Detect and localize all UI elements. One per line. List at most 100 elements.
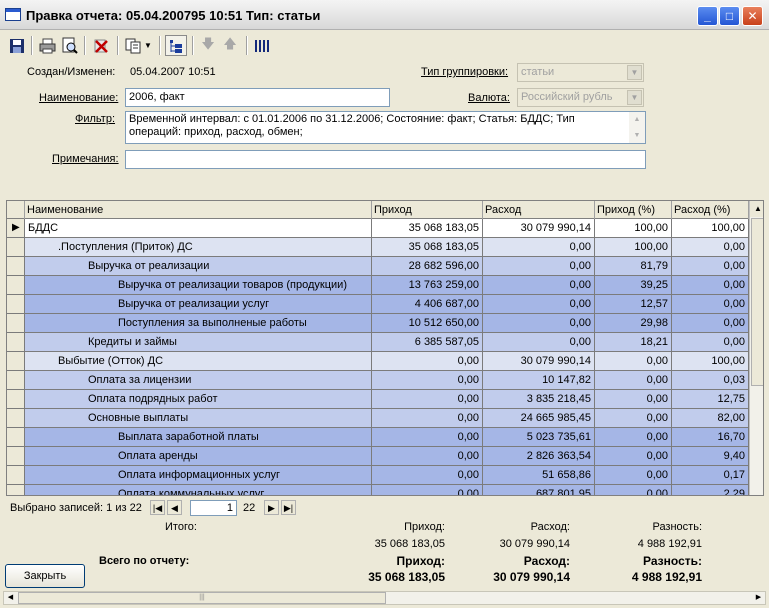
last-page-icon[interactable]: ▶| [281,500,296,515]
close-button[interactable]: Закрыть [5,564,85,588]
cell-expense-pct[interactable]: 0,00 [672,238,749,257]
cell-expense-pct[interactable]: 0,00 [672,314,749,333]
row-indicator[interactable] [7,352,25,371]
cell-expense-pct[interactable]: 0,00 [672,295,749,314]
cell-expense-pct[interactable]: 2,29 [672,485,749,495]
table-row[interactable]: ▶ БДДС 35 068 183,05 30 079 990,14 100,00 100… [7,219,749,238]
cell-expense[interactable]: 3 835 218,45 [483,390,595,409]
cell-income[interactable]: 13 763 259,00 [372,276,483,295]
cell-name[interactable]: Выплата заработной платы [25,428,372,447]
cell-income[interactable]: 28 682 596,00 [372,257,483,276]
print-preview-icon[interactable] [58,35,80,56]
prev-page-icon[interactable]: ◀ [167,500,182,515]
cell-expense-pct[interactable]: 82,00 [672,409,749,428]
columns-icon[interactable] [252,35,274,56]
column-header[interactable]: Приход (%) [595,201,672,219]
cell-income-pct[interactable]: 39,25 [595,276,672,295]
name-field[interactable]: 2006, факт [125,88,390,107]
cell-income[interactable]: 10 512 650,00 [372,314,483,333]
table-row[interactable]: Поступления за выполненые работы 10 512 6… [7,314,749,333]
cell-name[interactable]: Оплата аренды [25,447,372,466]
cell-income[interactable]: 0,00 [372,428,483,447]
cell-income-pct[interactable]: 18,21 [595,333,672,352]
cell-income-pct[interactable]: 0,00 [595,466,672,485]
delete-icon[interactable] [90,35,112,56]
cell-expense[interactable]: 0,00 [483,238,595,257]
cell-expense-pct[interactable]: 12,75 [672,390,749,409]
cell-income-pct[interactable]: 100,00 [595,219,672,238]
cell-expense[interactable]: 30 079 990,14 [483,352,595,371]
cell-income-pct[interactable]: 0,00 [595,409,672,428]
table-row[interactable]: Выручка от реализации товаров (продукции… [7,276,749,295]
cell-expense[interactable]: 51 658,86 [483,466,595,485]
move-down-icon[interactable]: 🡇 [197,35,219,56]
row-indicator[interactable] [7,466,25,485]
row-indicator[interactable] [7,238,25,257]
filter-field[interactable]: Временной интервал: с 01.01.2006 по 31.1… [125,111,646,144]
table-row[interactable]: Оплата подрядных работ 0,00 3 835 218,45 0,… [7,390,749,409]
first-page-icon[interactable]: |◀ [150,500,165,515]
cell-name[interactable]: Выбытие (Отток) ДС [25,352,372,371]
cell-name[interactable]: .Поступления (Приток) ДС [25,238,372,257]
copy-icon[interactable] [122,35,144,56]
scroll-left-arrow-icon[interactable]: ◀ [4,592,17,604]
cell-income[interactable]: 6 385 587,05 [372,333,483,352]
table-row[interactable]: Основные выплаты 0,00 24 665 985,45 0,00 82,… [7,409,749,428]
maximize-button[interactable]: □ [719,6,740,26]
table-row[interactable]: Выплата заработной платы 0,00 5 023 735,61… [7,428,749,447]
cell-income-pct[interactable]: 0,00 [595,485,672,495]
dropdown-arrow-icon[interactable]: ▼ [142,35,154,56]
notes-field[interactable] [125,150,646,169]
column-header[interactable]: Расход (%) [672,201,749,219]
next-page-icon[interactable]: ▶ [264,500,279,515]
table-row[interactable]: Выручка от реализации 28 682 596,00 0,00 81… [7,257,749,276]
horizontal-scrollbar[interactable]: ◀ ||| ▶ [3,591,766,605]
cell-income[interactable]: 0,00 [372,447,483,466]
cell-income[interactable]: 0,00 [372,352,483,371]
cell-income[interactable]: 35 068 183,05 [372,238,483,257]
cell-income[interactable]: 35 068 183,05 [372,219,483,238]
table-vertical-scrollbar[interactable]: ▲ [749,201,763,495]
cell-income[interactable]: 0,00 [372,485,483,495]
cell-income-pct[interactable]: 0,00 [595,390,672,409]
scroll-right-arrow-icon[interactable]: ▶ [752,592,765,604]
page-number-input[interactable]: 1 [190,500,237,516]
row-indicator[interactable] [7,295,25,314]
move-up-icon[interactable]: 🡅 [219,35,241,56]
cell-expense[interactable]: 5 023 735,61 [483,428,595,447]
table-row[interactable]: .Поступления (Приток) ДС 35 068 183,05 0,0… [7,238,749,257]
cell-expense-pct[interactable]: 100,00 [672,219,749,238]
cell-expense[interactable]: 30 079 990,14 [483,219,595,238]
cell-expense-pct[interactable]: 100,00 [672,352,749,371]
cell-expense-pct[interactable]: 0,00 [672,257,749,276]
cell-name[interactable]: Выручка от реализации услуг [25,295,372,314]
cell-expense[interactable]: 0,00 [483,295,595,314]
cell-income[interactable]: 0,00 [372,371,483,390]
currency-select[interactable]: Российский рубль ▼ [517,88,644,107]
cell-income-pct[interactable]: 0,00 [595,428,672,447]
column-header[interactable]: Наименование [25,201,372,219]
cell-expense-pct[interactable]: 0,00 [672,333,749,352]
row-indicator[interactable] [7,333,25,352]
table-row[interactable]: Оплата за лицензии 0,00 10 147,82 0,00 0,03 [7,371,749,390]
chevron-down-icon[interactable]: ▼ [627,65,642,80]
cell-expense-pct[interactable]: 16,70 [672,428,749,447]
cell-name[interactable]: Кредиты и займы [25,333,372,352]
cell-name[interactable]: БДДС [25,219,372,238]
cell-expense-pct[interactable]: 0,00 [672,276,749,295]
table-row[interactable]: Оплата коммунальных услуг 0,00 687 801,95 0… [7,485,749,495]
cell-income[interactable]: 0,00 [372,466,483,485]
cell-expense[interactable]: 10 147,82 [483,371,595,390]
grouping-select[interactable]: статьи ▼ [517,63,644,82]
cell-income-pct[interactable]: 0,00 [595,371,672,390]
row-indicator[interactable] [7,447,25,466]
cell-expense[interactable]: 0,00 [483,276,595,295]
close-window-button[interactable]: ✕ [742,6,763,26]
scroll-up-arrow-icon[interactable]: ▲ [750,201,763,217]
cell-name[interactable]: Выручка от реализации [25,257,372,276]
table-row[interactable]: Оплата аренды 0,00 2 826 363,54 0,00 9,40 [7,447,749,466]
row-indicator[interactable] [7,276,25,295]
print-icon[interactable] [36,35,58,56]
cell-name[interactable]: Оплата за лицензии [25,371,372,390]
cell-name[interactable]: Оплата коммунальных услуг [25,485,372,495]
